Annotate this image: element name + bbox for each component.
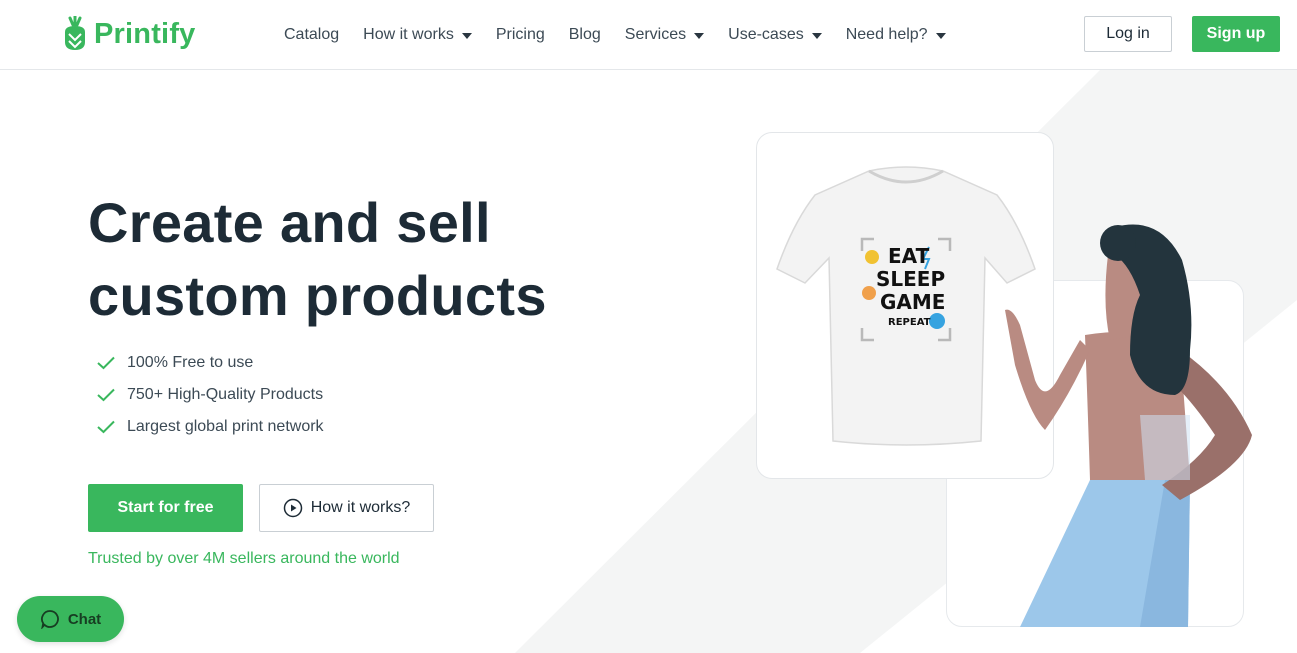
nav-catalog-label: Catalog (284, 26, 340, 43)
chevron-down-icon (461, 33, 472, 39)
chevron-down-icon (935, 33, 946, 39)
feature-item: Largest global print network (97, 411, 324, 443)
nav-services[interactable]: Services (613, 24, 716, 46)
feature-text: 750+ High-Quality Products (127, 386, 324, 403)
login-button[interactable]: Log in (1084, 16, 1172, 52)
hero-headline-line-2: custom products (88, 264, 547, 327)
nav-need-help-label: Need help? (845, 26, 928, 43)
tshirt-print-line: GAME (880, 290, 945, 314)
tshirt-print-line: SLEEP (876, 267, 945, 291)
signup-button[interactable]: Sign up (1192, 16, 1280, 52)
nav-use-cases-label: Use-cases (728, 26, 804, 43)
how-it-works-button[interactable]: How it works? (259, 484, 434, 532)
feature-item: 100% Free to use (97, 347, 324, 379)
chevron-down-icon (811, 33, 822, 39)
chevron-down-icon (694, 33, 705, 39)
logo-wordmark: Printify (94, 17, 196, 50)
feature-text: Largest global print network (127, 418, 324, 435)
nav-pricing-label: Pricing (495, 26, 545, 43)
nav-blog[interactable]: Blog (557, 24, 613, 46)
printify-logo[interactable]: Printify (62, 16, 196, 52)
feature-list: 100% Free to use 750+ High-Quality Produ… (97, 347, 324, 443)
nav-pricing[interactable]: Pricing (484, 24, 557, 46)
game-controller-icon (865, 250, 879, 264)
main-nav: Catalog How it works Pricing Blog Servic… (272, 24, 958, 46)
play-circle-icon (283, 498, 302, 518)
nav-how-it-works-label: How it works (363, 26, 454, 43)
tshirt-print-line: REPEAT (888, 317, 931, 328)
nav-catalog[interactable]: Catalog (272, 24, 351, 46)
chat-button[interactable]: Chat (17, 596, 124, 642)
top-navbar: Printify Catalog How it works Pricing Bl… (0, 0, 1297, 70)
nav-use-cases[interactable]: Use-cases (716, 24, 834, 46)
nav-need-help[interactable]: Need help? (834, 24, 958, 46)
woman-illustration (1005, 224, 1252, 627)
feature-item: 750+ High-Quality Products (97, 379, 324, 411)
pizza-icon (862, 286, 876, 300)
checkmark-icon (97, 356, 115, 370)
nav-services-label: Services (624, 26, 687, 43)
checkmark-icon (97, 388, 115, 402)
chat-label: Chat (67, 610, 102, 628)
pineapple-logo-icon (65, 16, 85, 50)
game-controller-icon (929, 313, 945, 329)
trusted-text: Trusted by over 4M sellers around the wo… (88, 550, 400, 567)
hero-headline-line-1: Create and sell (88, 191, 491, 254)
nav-how-it-works[interactable]: How it works (351, 24, 484, 46)
nav-blog-label: Blog (568, 26, 601, 43)
checkmark-icon (97, 420, 115, 434)
start-for-free-button[interactable]: Start for free (88, 484, 243, 532)
feature-text: 100% Free to use (127, 354, 254, 371)
hero-headline: Create and sell custom products (88, 186, 547, 332)
tshirt-print-line: EAT (888, 244, 930, 268)
chat-bubble-icon (40, 610, 59, 629)
how-it-works-label: How it works? (310, 499, 411, 516)
